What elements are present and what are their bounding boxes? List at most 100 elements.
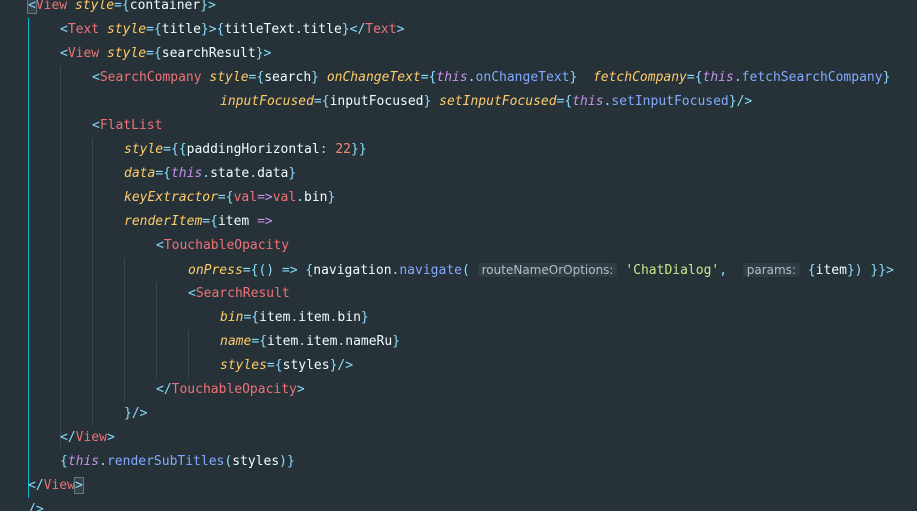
code-line[interactable]: <TouchableOpacity [156,234,289,258]
code-token: }>{ [200,22,225,37]
code-token: style [209,70,249,85]
code-token: }/> [124,406,148,421]
code-token: } [311,70,327,85]
code-line[interactable]: keyExtractor={val=>val.bin} [124,186,335,210]
code-token: View [43,478,75,493]
code-token: style [74,0,115,13]
code-token: bin [220,310,244,325]
code-token: bin [304,190,328,205]
code-line[interactable]: styles={styles}/> [220,354,353,378]
code-token: => [249,214,273,229]
code-line[interactable]: /> [28,498,44,511]
code-token: ={ [251,334,267,349]
code-token: < [92,118,100,133]
code-token: item [217,214,250,229]
code-line[interactable]: <SearchResult [188,282,290,306]
code-token: < [27,0,37,14]
code-token: . [202,166,211,181]
code-token: searchResult [161,46,256,61]
code-line[interactable]: data={this.state.data} [124,162,296,186]
code-token: { [799,263,816,278]
code-token: View [67,46,100,61]
code-editor[interactable]: <View style={container}> <Text style={tit… [0,0,917,511]
code-token: < [60,46,68,61]
code-token: { [60,454,68,469]
code-token: 22 [335,142,351,157]
code-token: item [298,310,330,325]
code-token: style [106,22,147,37]
code-line[interactable]: </View> [28,474,84,498]
code-token: }> [255,46,272,61]
code-token: ={ [556,94,573,109]
code-token: item [259,310,291,325]
code-token: inputFocused [329,94,424,109]
code-line[interactable]: <FlatList [92,114,162,138]
code-token: fetchSearchCompany [741,70,883,85]
code-token: renderSubTitles [106,454,225,469]
code-token: bin [337,310,361,325]
code-line[interactable]: }/> [124,402,147,426]
code-token: } [327,190,336,205]
code-token: ={ [146,46,162,61]
code-token: ={{ [163,142,187,157]
code-token: )} [279,454,295,469]
code-token: < [156,238,164,253]
code-token: style [124,142,164,157]
code-token: ={ [217,190,234,205]
code-token: }/> [329,358,354,373]
code-token: < [188,286,196,301]
code-token: . [298,334,307,349]
code-token: < [92,70,100,85]
code-line[interactable]: name={item.item.nameRu} [220,330,400,354]
code-token: </ [28,478,44,493]
indent-guide [28,18,29,498]
code-line[interactable]: <SearchCompany style={search} onChangeTe… [92,66,890,90]
code-token: fetchCompany [592,70,687,85]
code-token: onChangeText [475,70,570,85]
code-line[interactable]: inputFocused={inputFocused} setInputFocu… [220,90,752,114]
code-token: onPress [188,263,243,278]
code-line[interactable]: onPress={() => {navigation.navigate( rou… [188,258,894,282]
code-token: this [67,454,100,469]
code-token: Text [67,22,100,37]
code-token: SearchResult [195,286,290,301]
code-line[interactable]: style={{paddingHorizontal: 22}} [124,138,367,162]
code-token: } [288,166,297,181]
code-line[interactable]: <Text style={title}>{titleText.title}</T… [60,18,404,42]
code-token: . [296,190,305,205]
code-line[interactable]: renderItem={item => [124,210,273,234]
code-line[interactable]: {this.renderSubTitles(styles)} [60,450,295,474]
code-token: . [249,166,258,181]
code-line[interactable]: <View style={container}> [27,0,216,18]
code-token: View [35,0,68,13]
code-token: </ [156,382,172,397]
code-token: . [733,70,742,85]
code-token: . [99,454,107,469]
code-token: ={ [420,70,437,85]
code-line[interactable]: </View> [60,426,115,450]
code-token: TouchableOpacity [163,238,290,253]
code-token: titleText.title [224,22,342,37]
code-token: nameRu [345,334,393,349]
code-token: val [272,190,297,205]
code-line[interactable]: <View style={searchResult}> [60,42,271,66]
code-token: > [296,382,305,397]
code-token: > [396,22,405,37]
code-token: val [233,190,258,205]
code-line[interactable]: bin={item.item.bin} [220,306,369,330]
code-token: name [220,334,252,349]
code-line[interactable]: </TouchableOpacity> [156,378,305,402]
code-token: title [161,22,201,37]
parameter-hint: params: [742,263,800,277]
code-token: ={ [146,22,162,37]
code-token: }/> [728,94,753,109]
code-token: < [60,22,68,37]
code-token: ={() => { [242,263,314,278]
code-token: navigation [313,263,392,278]
indent-guide [124,258,125,402]
code-token: state [210,166,250,181]
code-token: this [702,70,734,85]
code-token: } [423,94,440,109]
